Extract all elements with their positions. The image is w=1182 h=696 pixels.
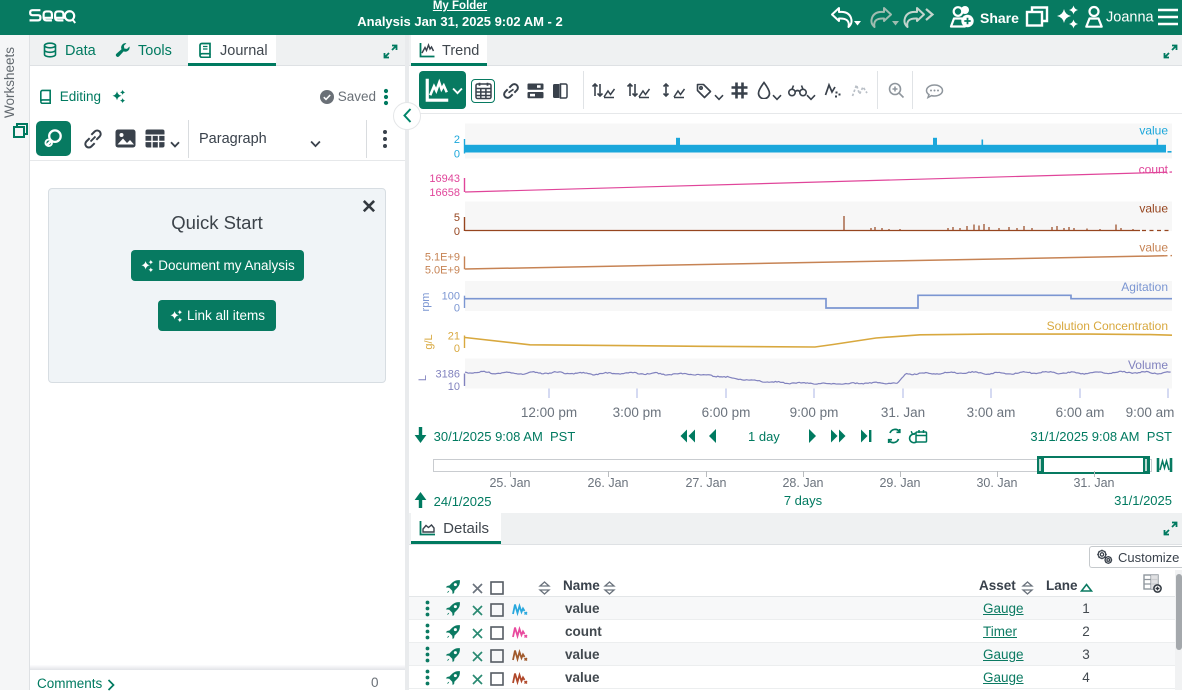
svg-text:Share: Share [980,10,1019,26]
svg-text:6:00 pm: 6:00 pm [702,405,751,420]
svg-text:Volume: Volume [1128,358,1168,372]
svg-text:3:00 pm: 3:00 pm [613,405,662,420]
svg-text:6:00 am: 6:00 am [1056,405,1105,420]
svg-text:value: value [1139,241,1168,255]
svg-text:10: 10 [448,381,460,393]
svg-text:0: 0 [454,343,460,355]
svg-text:Joanna: Joanna [1106,10,1155,26]
svg-text:3186: 3186 [436,369,460,381]
svg-text:Agitation: Agitation [1121,280,1168,294]
svg-text:100: 100 [442,291,460,303]
svg-text:0: 0 [454,303,460,315]
svg-text:31. Jan: 31. Jan [881,405,925,420]
svg-text:value: value [1139,124,1168,138]
svg-text:L: L [417,375,429,381]
svg-text:16658: 16658 [429,187,460,199]
svg-text:Solution Concentration: Solution Concentration [1047,319,1168,333]
svg-text:16943: 16943 [429,173,460,185]
svg-text:9:00 pm: 9:00 pm [790,405,839,420]
svg-text:21: 21 [448,331,460,343]
svg-text:3:00 am: 3:00 am [967,405,1016,420]
svg-text:g/L: g/L [423,334,435,349]
svg-text:0: 0 [454,149,460,161]
svg-text:5: 5 [454,212,460,224]
svg-text:value: value [1139,202,1168,216]
svg-text:count: count [1139,163,1169,177]
svg-text:rpm: rpm [420,293,432,312]
svg-text:5.1E+9: 5.1E+9 [425,251,460,263]
svg-text:2: 2 [454,134,460,146]
svg-text:5.0E+9: 5.0E+9 [425,264,460,276]
svg-text:12:00 pm: 12:00 pm [521,405,577,420]
svg-text:9:00 am: 9:00 am [1126,405,1175,420]
svg-text:0: 0 [454,226,460,238]
